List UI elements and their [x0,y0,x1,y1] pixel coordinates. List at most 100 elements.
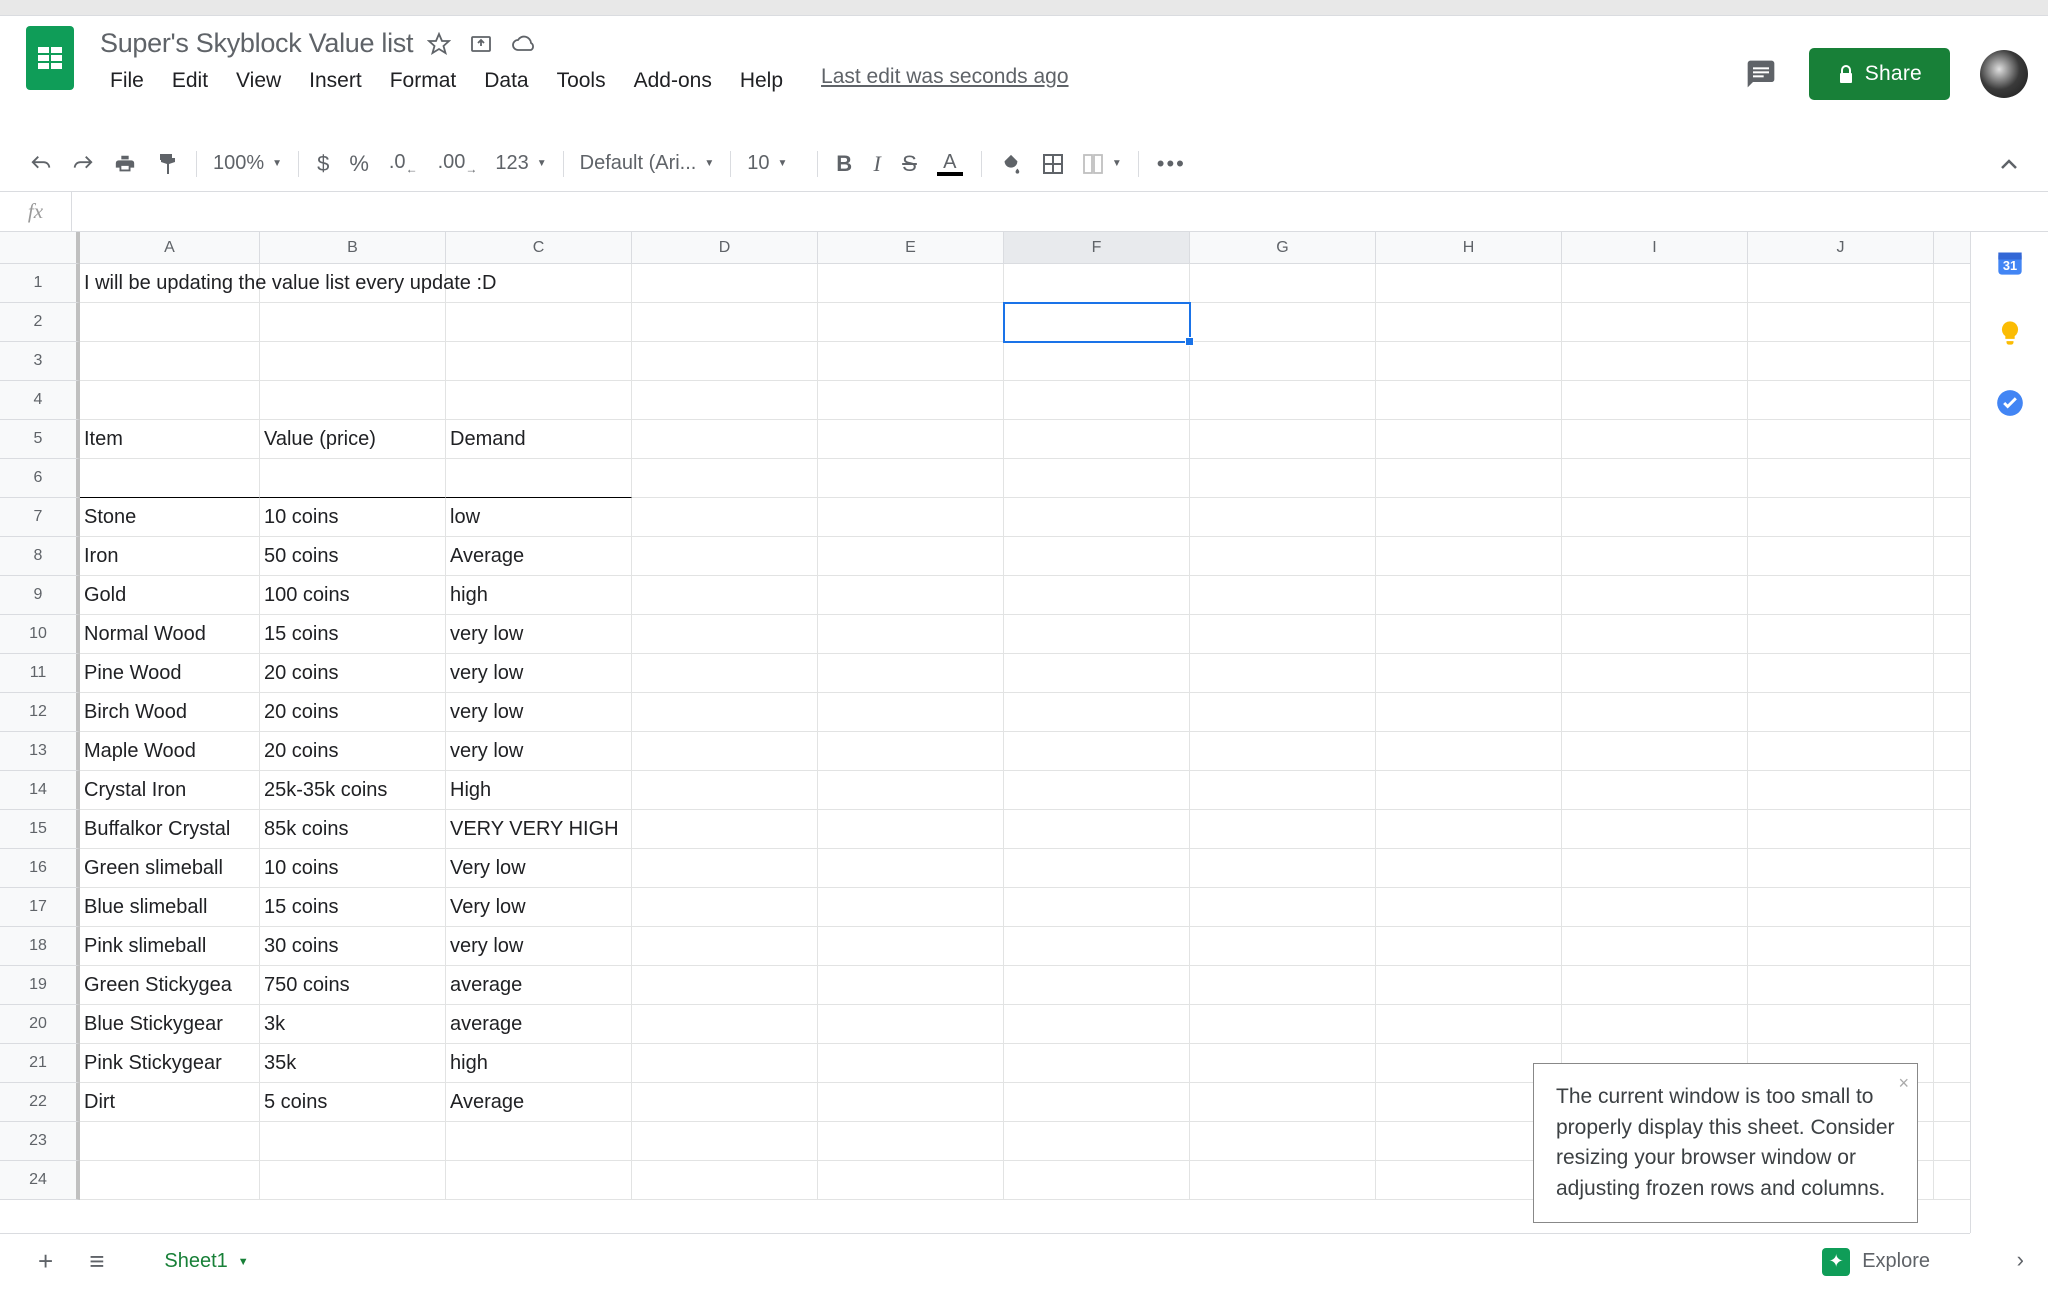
cell[interactable] [260,303,446,342]
cell[interactable] [632,810,818,849]
column-header[interactable] [1934,232,1970,264]
cell[interactable] [1004,888,1190,927]
cell[interactable] [1004,810,1190,849]
cell[interactable] [632,1083,818,1122]
menu-addons[interactable]: Add-ons [624,65,722,97]
cell[interactable] [632,654,818,693]
strikethrough-button[interactable]: S [892,145,927,183]
cell[interactable] [1004,615,1190,654]
cell[interactable] [1748,381,1934,420]
cell[interactable] [1190,1083,1376,1122]
cell[interactable] [1190,498,1376,537]
row-header[interactable]: 3 [0,342,80,381]
undo-button[interactable] [20,148,62,180]
cell[interactable]: high [446,576,632,615]
row-header[interactable]: 24 [0,1161,80,1200]
cell[interactable] [80,1122,260,1161]
cell[interactable] [1562,1005,1748,1044]
cell[interactable] [632,966,818,1005]
menu-tools[interactable]: Tools [547,65,616,97]
cell[interactable] [260,381,446,420]
cell[interactable] [1934,303,1970,342]
cell[interactable] [818,303,1004,342]
cell[interactable]: Pink Stickygear [80,1044,260,1083]
more-formats-dropdown[interactable]: 123▼ [487,148,554,179]
cell[interactable] [1376,927,1562,966]
cell[interactable] [1934,264,1970,303]
cell[interactable] [1562,771,1748,810]
cell[interactable] [632,1044,818,1083]
cell[interactable]: Blue Stickygear [80,1005,260,1044]
cell[interactable]: Pine Wood [80,654,260,693]
cell[interactable] [1376,966,1562,1005]
cell[interactable] [1934,927,1970,966]
cell[interactable] [80,303,260,342]
cell[interactable] [1376,264,1562,303]
cell[interactable]: 15 coins [260,888,446,927]
cell[interactable] [1562,732,1748,771]
cell[interactable] [1748,732,1934,771]
cell[interactable] [1562,420,1748,459]
cell[interactable] [80,1161,260,1200]
row-header[interactable]: 21 [0,1044,80,1083]
chevron-down-icon[interactable]: ▼ [238,1256,249,1268]
row-header[interactable]: 8 [0,537,80,576]
cell[interactable]: Very low [446,888,632,927]
merge-cells-button[interactable]: ▼ [1074,149,1130,179]
cell[interactable] [632,264,818,303]
cell[interactable] [1562,810,1748,849]
cell[interactable] [1190,927,1376,966]
row-header[interactable]: 6 [0,459,80,498]
cell[interactable] [818,1083,1004,1122]
cell[interactable]: very low [446,927,632,966]
cell[interactable] [1190,342,1376,381]
italic-button[interactable]: I [862,145,892,183]
cell[interactable] [1748,303,1934,342]
zoom-dropdown[interactable]: 100%▼ [205,148,290,179]
cell[interactable] [446,342,632,381]
cell[interactable]: Buffalkor Crystal [80,810,260,849]
menu-file[interactable]: File [100,65,154,97]
cell[interactable] [1376,342,1562,381]
cell[interactable] [632,1005,818,1044]
cell[interactable] [1004,420,1190,459]
cell[interactable] [1748,849,1934,888]
cell[interactable] [1376,771,1562,810]
cell[interactable]: 10 coins [260,849,446,888]
cell[interactable] [1934,615,1970,654]
formula-input[interactable] [72,192,2048,231]
cell[interactable] [1934,1083,1970,1122]
row-header[interactable]: 7 [0,498,80,537]
cell[interactable]: Stone [80,498,260,537]
cell[interactable] [1934,420,1970,459]
cell[interactable] [1562,927,1748,966]
cell[interactable] [1562,693,1748,732]
menu-help[interactable]: Help [730,65,793,97]
all-sheets-button[interactable]: ≡ [71,1234,122,1289]
cell[interactable]: 35k [260,1044,446,1083]
column-header[interactable]: A [80,232,260,264]
cell[interactable] [818,732,1004,771]
spreadsheet-grid[interactable]: ABCDEFGHIJ1I will be updating the value … [0,232,1970,1200]
cell[interactable] [1004,576,1190,615]
cell[interactable] [818,342,1004,381]
cell[interactable] [1562,459,1748,498]
cell[interactable] [446,264,632,303]
hide-side-panel-button[interactable]: › [2017,1247,2024,1273]
cell[interactable] [1562,537,1748,576]
cell[interactable]: Iron [80,537,260,576]
cell[interactable] [1562,654,1748,693]
menu-edit[interactable]: Edit [162,65,218,97]
cell[interactable] [1562,264,1748,303]
cell[interactable] [1748,654,1934,693]
cell[interactable] [1004,303,1190,342]
cell[interactable]: Normal Wood [80,615,260,654]
font-family-dropdown[interactable]: Default (Ari...▼ [572,148,723,179]
cell[interactable] [1934,459,1970,498]
cell[interactable] [1190,732,1376,771]
cell[interactable] [1190,1161,1376,1200]
row-header[interactable]: 19 [0,966,80,1005]
cell[interactable] [818,1005,1004,1044]
cell[interactable] [1004,693,1190,732]
cell[interactable] [1748,927,1934,966]
